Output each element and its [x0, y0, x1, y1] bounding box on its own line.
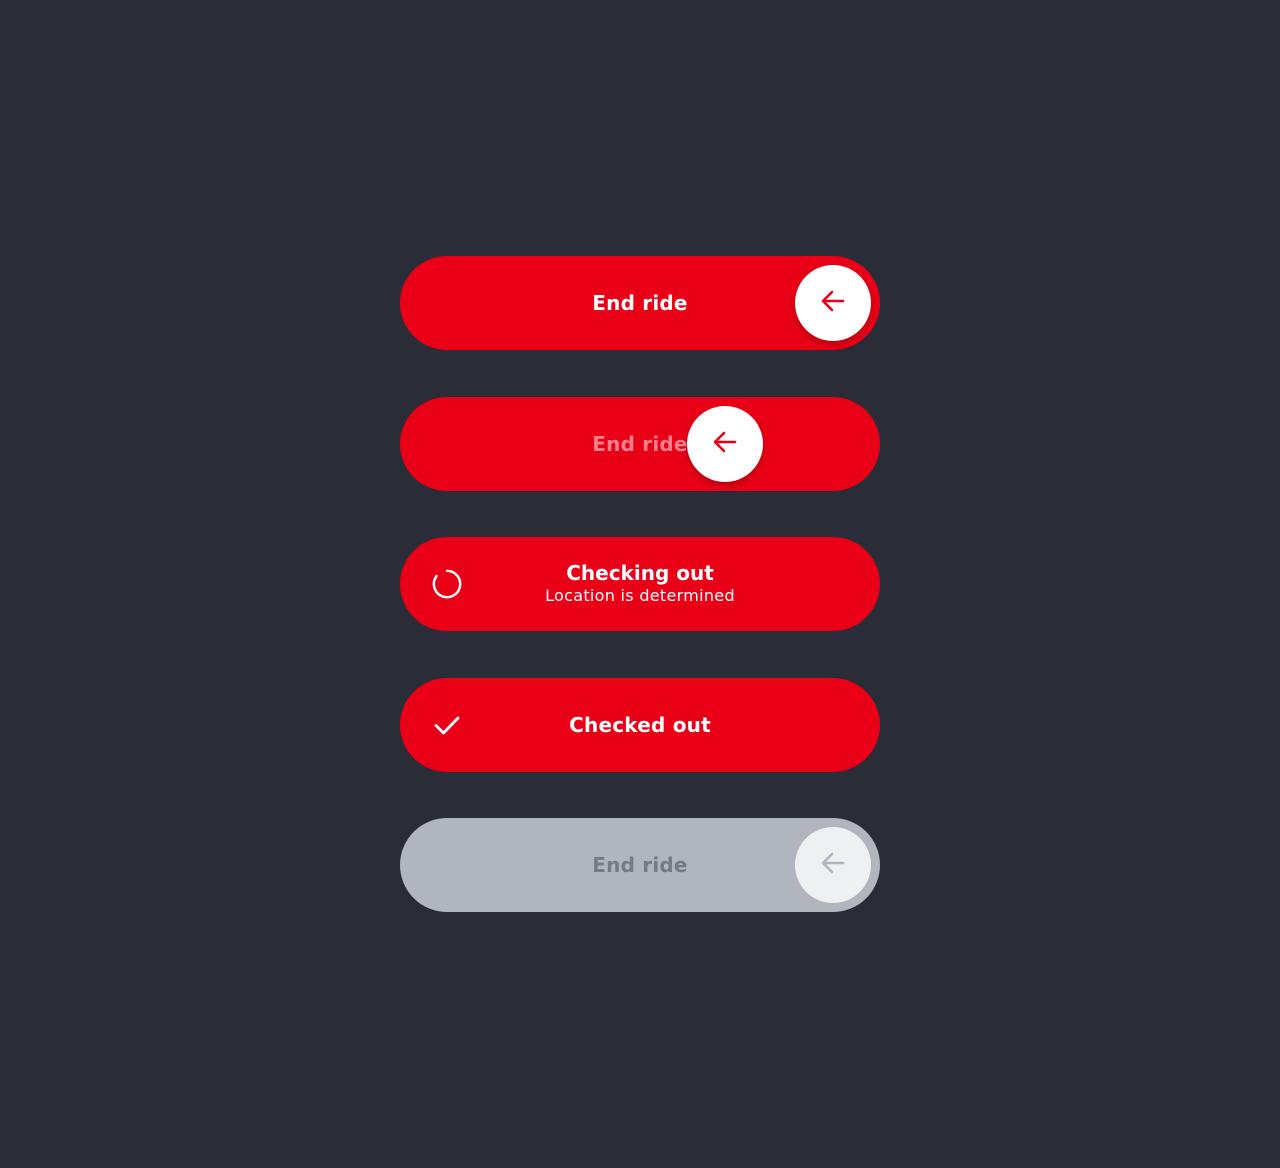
end-ride-slider-disabled: End ride: [400, 818, 880, 912]
end-ride-slider-dragging[interactable]: End ride: [400, 397, 880, 491]
arrow-left-icon: [818, 286, 848, 320]
checked-out-slider: Checked out: [400, 678, 880, 772]
end-ride-slider-idle[interactable]: End ride: [400, 256, 880, 350]
arrow-left-icon: [818, 848, 848, 882]
status-title: Checked out: [569, 713, 711, 737]
arrow-left-icon: [710, 427, 740, 461]
checking-out-slider: Checking out Location is determined: [400, 537, 880, 631]
slider-knob[interactable]: [687, 406, 763, 482]
status-title: Checking out: [566, 561, 714, 585]
status-text: Checking out Location is determined: [400, 537, 880, 631]
slider-label: End ride: [592, 432, 688, 456]
slider-knob: [795, 827, 871, 903]
slider-knob[interactable]: [795, 265, 871, 341]
status-subtitle: Location is determined: [545, 586, 735, 605]
